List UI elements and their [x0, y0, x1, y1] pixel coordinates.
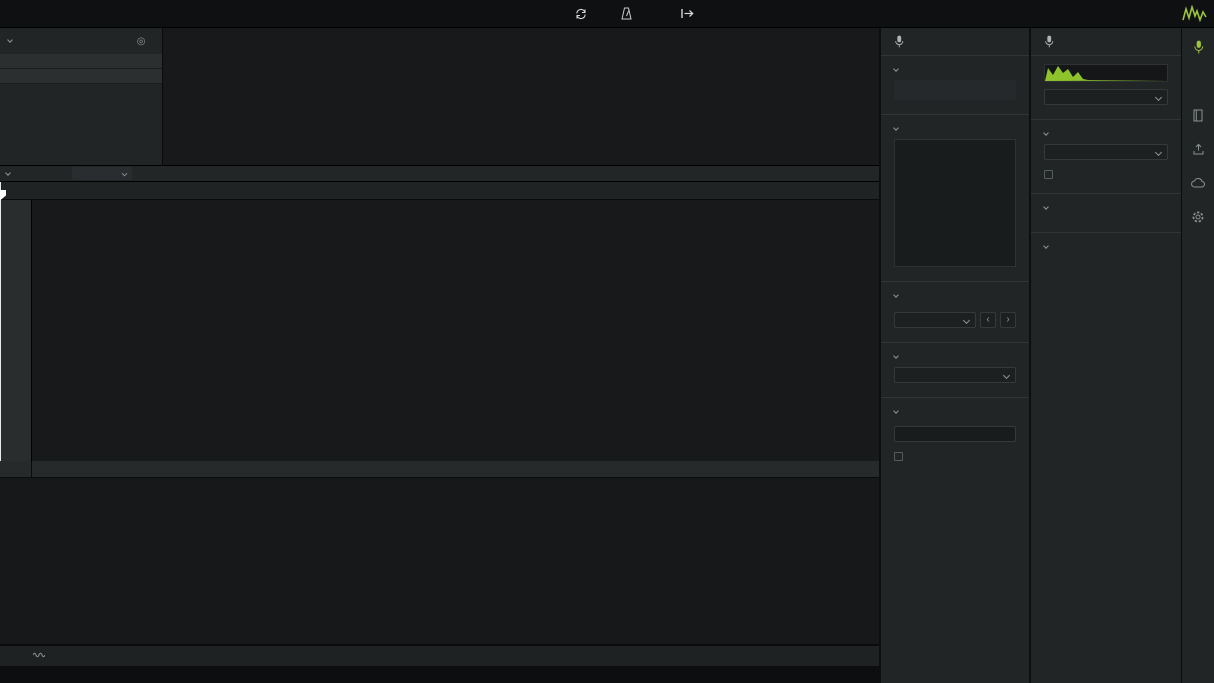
voice-version-section	[1031, 56, 1181, 119]
voice-language-section	[1031, 119, 1181, 193]
transport-bar	[0, 0, 1214, 28]
piano-roll-ruler[interactable]	[0, 182, 879, 200]
voice-icon	[1044, 35, 1054, 48]
expression-section-header[interactable]	[894, 119, 1016, 139]
piano-roll-header[interactable]	[6, 173, 16, 175]
note-properties-tab-icon[interactable]	[1182, 70, 1214, 92]
phonemes-input[interactable]	[894, 426, 1016, 442]
retake-selector-row: ‹ ›	[894, 312, 1016, 328]
arrangement-header[interactable]: ◎	[0, 28, 162, 54]
settings-gear-icon[interactable]	[1182, 206, 1214, 228]
voice-language-header[interactable]	[1044, 124, 1168, 144]
phoneme-strip-left-label	[0, 461, 32, 477]
piano-roll-toolbar	[0, 165, 879, 182]
playback-marker-icon[interactable]	[680, 8, 695, 19]
pitch-and-waveform-layer	[32, 200, 332, 350]
voice-waveform-thumbnail[interactable]	[1044, 64, 1168, 82]
collapse-chevron-icon	[7, 37, 13, 43]
note-language-header[interactable]	[894, 347, 1016, 367]
tempo-lane[interactable]	[0, 69, 162, 84]
piano-roll	[0, 182, 879, 461]
ai-retakes-section-header[interactable]	[894, 286, 1016, 306]
phonemes-section-header[interactable]	[894, 402, 1016, 422]
notes-panel: ‹ ›	[881, 28, 1029, 683]
mode-rap-button[interactable]	[955, 80, 1016, 100]
playhead[interactable]	[0, 182, 1, 461]
arrangement-sidebar: ◎	[0, 28, 163, 165]
editor-tab-bar	[0, 645, 879, 666]
voice-panel	[1031, 28, 1181, 683]
mode-sing-button[interactable]	[894, 80, 955, 100]
voice-language-select[interactable]	[1044, 144, 1168, 160]
voice-panel-header	[1031, 28, 1181, 56]
notes-panel-header	[881, 28, 1029, 56]
cloud-tab-icon[interactable]	[1182, 172, 1214, 194]
loop-icon[interactable]	[574, 8, 588, 20]
retake-select[interactable]	[894, 312, 976, 328]
arrangement-panel: ◎	[0, 28, 879, 165]
transport-controls	[519, 7, 695, 20]
note-language-select[interactable]	[894, 367, 1016, 383]
version-select[interactable]	[1044, 89, 1168, 105]
library-tab-icon[interactable]	[1182, 104, 1214, 126]
overdub-icon[interactable]: ◎	[137, 36, 146, 47]
arrangement-tracks-area[interactable]	[164, 28, 879, 165]
checkbox-check-icon	[1044, 170, 1053, 179]
collapse-chevron-icon	[5, 170, 11, 176]
grid-select[interactable]	[72, 167, 132, 180]
mode-segmented-control	[894, 80, 1016, 100]
voice-tab-icon[interactable]	[1182, 36, 1214, 58]
phoneme-strip	[0, 461, 879, 478]
vocal-mode-header[interactable]	[1044, 198, 1168, 218]
app-root: ◎	[0, 0, 1214, 683]
phoneme-timing-canvas[interactable]	[0, 478, 879, 645]
prev-retake-button[interactable]: ‹	[980, 312, 996, 328]
piano-keys[interactable]	[0, 200, 32, 461]
next-retake-button[interactable]: ›	[1000, 312, 1016, 328]
parameters-section	[1031, 232, 1181, 271]
expression-xy-pad[interactable]	[894, 139, 1016, 267]
checkbox-check-icon	[894, 452, 903, 461]
piano-roll-grid[interactable]	[32, 200, 879, 461]
relaxed-consonants-checkbox[interactable]	[1044, 170, 1168, 179]
wave-icon	[33, 651, 45, 661]
side-icon-strip	[1181, 28, 1214, 683]
mode-section	[881, 56, 1029, 114]
mode-section-header[interactable]	[894, 60, 1016, 80]
app-logo	[1182, 5, 1208, 28]
export-tab-icon[interactable]	[1182, 138, 1214, 160]
phonemes-section	[881, 397, 1029, 475]
metronome-icon[interactable]	[621, 7, 632, 20]
expression-section	[881, 114, 1029, 281]
microphone-icon	[894, 35, 904, 48]
split-syllables-checkbox[interactable]	[894, 452, 1016, 461]
parameters-header[interactable]	[1044, 237, 1168, 257]
signature-lane[interactable]	[0, 54, 162, 69]
note-language-section	[881, 342, 1029, 397]
ai-retakes-section: ‹ ›	[881, 281, 1029, 342]
parameter-editor[interactable]	[0, 478, 879, 645]
vocal-mode-section	[1031, 193, 1181, 232]
